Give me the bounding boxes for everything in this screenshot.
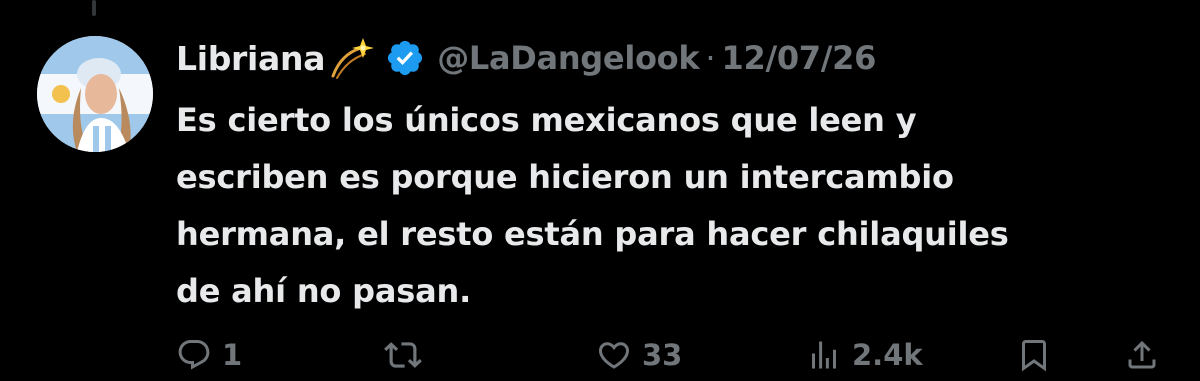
like-count: 33 xyxy=(642,338,683,372)
thread-connector-line xyxy=(92,0,96,16)
bookmark-button[interactable] xyxy=(1016,332,1052,378)
separator-dot: · xyxy=(705,39,716,77)
user-handle[interactable]: @LaDangelook xyxy=(437,39,699,77)
reply-count: 1 xyxy=(222,338,243,372)
retweet-button[interactable] xyxy=(384,332,432,378)
views-button[interactable]: 2.4k xyxy=(806,332,923,378)
tweet-action-bar: 1 33 2.4k xyxy=(176,332,1176,378)
tweet-header: Libriana @LaDangelook · 12/07/26 xyxy=(176,34,876,82)
sparkle-icon xyxy=(327,36,375,80)
share-button[interactable] xyxy=(1124,332,1160,378)
views-icon xyxy=(806,337,842,373)
views-count: 2.4k xyxy=(852,338,923,372)
share-icon xyxy=(1124,337,1160,373)
verified-badge-icon xyxy=(385,38,425,78)
retweet-icon xyxy=(384,336,422,374)
bookmark-icon xyxy=(1016,337,1052,373)
tweet-text: Es cierto los únicos mexicanos que leen … xyxy=(176,92,1186,320)
tweet-text-line: Es cierto los únicos mexicanos que leen … xyxy=(176,101,917,139)
tweet-text-line: de ahí no pasan. xyxy=(176,272,472,310)
avatar[interactable] xyxy=(37,36,153,152)
tweet-text-line: hermana, el resto están para hacer chila… xyxy=(176,215,1009,253)
like-button[interactable]: 33 xyxy=(596,332,682,378)
tweet-text-line: escriben es porque hicieron un intercamb… xyxy=(176,158,954,196)
heart-icon xyxy=(596,337,632,373)
reply-button[interactable]: 1 xyxy=(176,332,242,378)
display-name[interactable]: Libriana xyxy=(176,39,325,78)
timestamp[interactable]: 12/07/26 xyxy=(722,39,877,77)
reply-icon xyxy=(176,337,212,373)
